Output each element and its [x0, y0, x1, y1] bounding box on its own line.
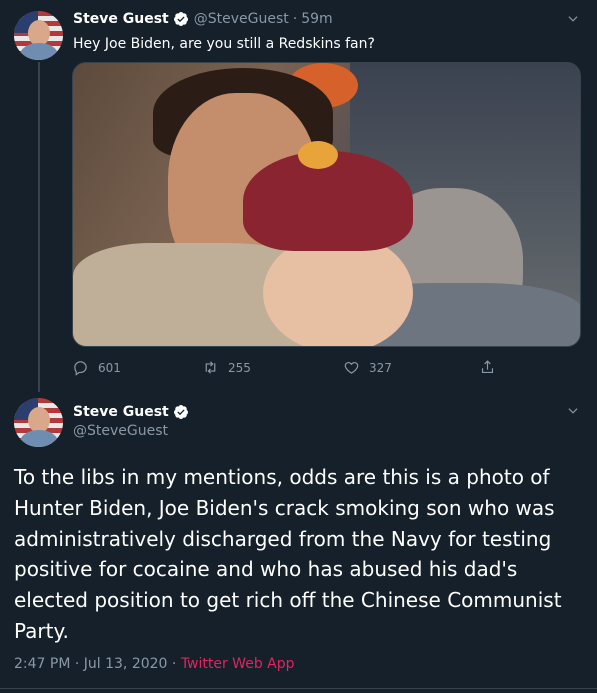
divider [0, 688, 597, 689]
display-name[interactable]: Steve Guest [73, 11, 169, 27]
reply-icon [74, 361, 87, 376]
like-button[interactable]: 327 [343, 359, 392, 376]
tweet-text: To the libs in my mentions, odds are thi… [14, 465, 562, 643]
avatar[interactable] [14, 11, 63, 60]
reply-count: 601 [98, 360, 121, 375]
thread-connector-line [38, 62, 40, 392]
source-app-link[interactable]: Twitter Web App [181, 656, 295, 672]
handle[interactable]: @SteveGuest [194, 11, 289, 27]
like-count: 327 [369, 360, 392, 375]
chevron-down-icon[interactable] [566, 12, 580, 26]
retweet-count: 255 [228, 360, 251, 375]
timestamp[interactable]: 2:47 PM · Jul 13, 2020 [14, 656, 167, 672]
tweet-text: Hey Joe Biden, are you still a Redskins … [73, 36, 375, 52]
tweet-actions: 601 255 327 [72, 359, 512, 379]
like-icon [344, 361, 359, 374]
display-name[interactable]: Steve Guest [73, 404, 169, 420]
separator: · [292, 11, 298, 27]
share-button[interactable] [479, 359, 505, 376]
verified-badge-icon [173, 12, 188, 26]
tweet-meta: 2:47 PM · Jul 13, 2020 · Twitter Web App [14, 656, 295, 672]
timestamp[interactable]: 59m [301, 11, 332, 27]
retweet-icon [205, 361, 216, 374]
tweet2-handle-row: @SteveGuest [73, 423, 168, 439]
avatar[interactable] [14, 398, 63, 447]
tweet1-header: Steve Guest @SteveGuest · 59m [73, 11, 333, 27]
verified-badge-icon [173, 405, 188, 419]
reply-button[interactable]: 601 [72, 359, 121, 376]
share-icon [481, 360, 494, 374]
separator: · [171, 656, 177, 672]
retweet-button[interactable]: 255 [202, 359, 251, 376]
tweet2-header: Steve Guest [73, 404, 189, 420]
tweet-photo[interactable] [72, 62, 581, 347]
chevron-down-icon[interactable] [566, 404, 580, 418]
handle[interactable]: @SteveGuest [73, 423, 168, 439]
